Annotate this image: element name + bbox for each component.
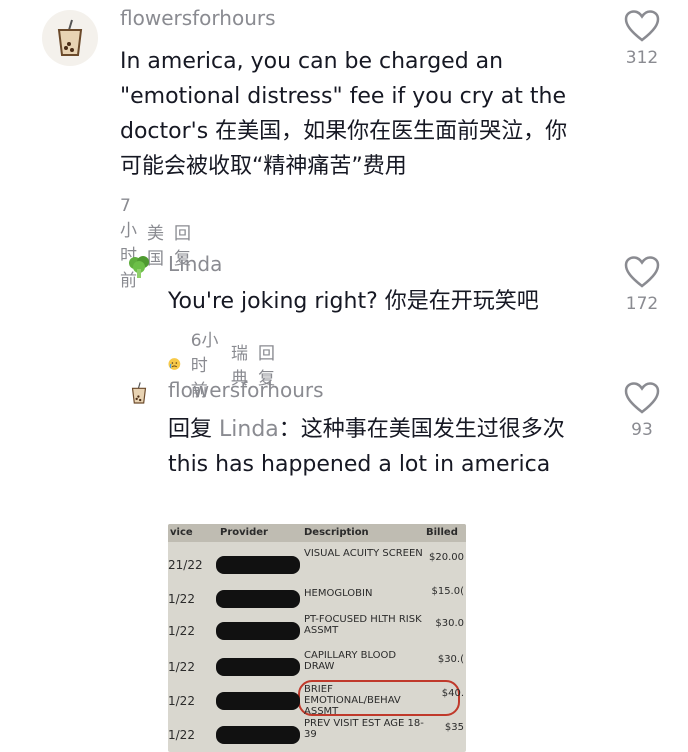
receipt-amount: $30.(: [437, 654, 464, 665]
comment-username[interactable]: Linda: [168, 252, 222, 276]
broccoli-icon: [129, 256, 149, 278]
heart-outline-icon: [624, 382, 660, 414]
receipt-amount: $40.: [441, 688, 464, 699]
comment-text: You're joking right? 你是在开玩笑吧: [168, 289, 539, 314]
bubble-tea-icon: [57, 19, 83, 56]
receipt-amount: $20.00: [429, 552, 464, 563]
like-button[interactable]: 312: [612, 10, 672, 68]
redaction-bar: [216, 658, 300, 676]
header-billed: Billed: [426, 527, 458, 538]
redaction-bar: [216, 692, 300, 710]
comment-username[interactable]: flowersforhours: [168, 378, 324, 402]
bubble-tea-icon: [131, 382, 147, 404]
header-service: vice: [170, 527, 193, 538]
like-button[interactable]: 172: [612, 256, 672, 314]
avatar[interactable]: [124, 252, 154, 282]
attached-image[interactable]: vice Provider Description Billed 21/22 V…: [168, 524, 466, 752]
receipt-date: 1/22: [168, 624, 195, 638]
receipt-date: 1/22: [168, 694, 195, 708]
receipt-desc: PREV VISIT EST AGE 18-39: [304, 718, 424, 740]
receipt-row: 1/22 CAPILLARY BLOOD DRAW $30.(: [168, 646, 466, 682]
comment-text: In america, you can be charged an "emoti…: [120, 49, 568, 179]
receipt-row: 21/22 VISUAL ACUITY SCREEN $20.00: [168, 544, 466, 580]
like-count: 93: [631, 420, 653, 440]
receipt-amount: $15.0(: [431, 586, 464, 597]
receipt-desc: VISUAL ACUITY SCREEN: [304, 548, 423, 559]
comment-text: 回复 Linda：这种事在美国发生过很多次 this has happened …: [168, 412, 608, 482]
like-button[interactable]: 93: [612, 382, 672, 440]
header-provider: Provider: [220, 527, 268, 538]
receipt-row-highlighted: 1/22 BRIEF EMOTIONAL/BEHAV ASSMT $40.: [168, 680, 466, 717]
receipt-date: 1/22: [168, 728, 195, 742]
header-description: Description: [304, 527, 369, 538]
heart-outline-icon: [624, 10, 660, 42]
receipt-date: 1/22: [168, 660, 195, 674]
receipt-row: 1/22 PREV VISIT EST AGE 18-39 $35: [168, 714, 466, 750]
mention-link[interactable]: Linda: [219, 417, 279, 442]
receipt-amount: $35: [444, 722, 464, 733]
receipt-amount: $30.0: [435, 618, 464, 629]
receipt-row: 1/22 HEMOGLOBIN $15.0(: [168, 578, 466, 614]
like-count: 172: [625, 294, 659, 314]
crying-face-icon: [168, 357, 181, 370]
receipt-date: 1/22: [168, 592, 195, 606]
reply-prefix: 回复: [168, 417, 213, 442]
receipt-row: 1/22 PT-FOCUSED HLTH RISK ASSMT $30.0: [168, 610, 466, 646]
comment-username[interactable]: flowersforhours: [120, 6, 276, 30]
receipt-desc: CAPILLARY BLOOD DRAW: [304, 650, 397, 672]
like-count: 312: [625, 48, 659, 68]
receipt-header: vice Provider Description Billed: [168, 524, 466, 542]
receipt-date: 21/22: [168, 558, 203, 572]
receipt-desc: BRIEF EMOTIONAL/BEHAV ASSMT: [304, 684, 401, 717]
heart-outline-icon: [624, 256, 660, 288]
redaction-bar: [216, 726, 300, 744]
receipt-desc: PT-FOCUSED HLTH RISK ASSMT: [304, 614, 422, 636]
avatar[interactable]: [124, 378, 154, 408]
redaction-bar: [216, 622, 300, 640]
redaction-bar: [216, 590, 300, 608]
redaction-bar: [216, 556, 300, 574]
receipt-desc: HEMOGLOBIN: [304, 588, 373, 599]
avatar[interactable]: [42, 10, 98, 66]
